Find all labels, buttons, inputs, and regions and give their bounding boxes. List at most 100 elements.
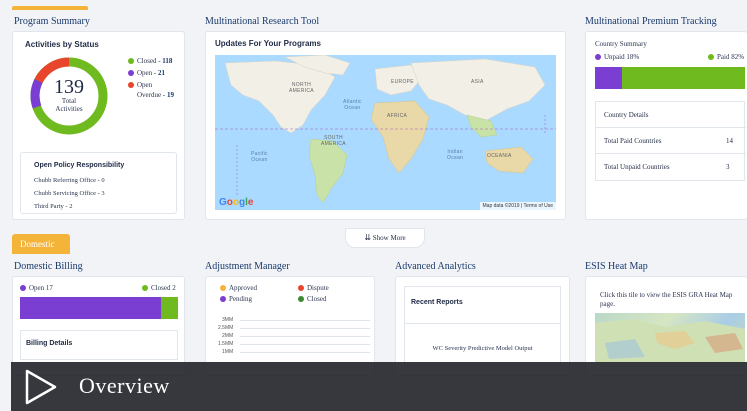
- heat-map-title: ESIS Heat Map: [585, 261, 648, 272]
- open-dot-icon: [128, 70, 134, 77]
- show-more-button[interactable]: ⇊ Show More: [345, 228, 425, 248]
- adj-closed-dot-icon: [298, 296, 304, 303]
- activities-by-status-heading: Activities by Status: [25, 40, 99, 49]
- table-row: Total Unpaid Countries 3: [596, 154, 746, 180]
- google-logo: Google: [219, 197, 254, 208]
- approved-label: Approved: [229, 284, 257, 292]
- grid-line: [240, 352, 370, 353]
- updates-heading: Updates For Your Programs: [215, 39, 321, 48]
- legend-closed-value: 118: [162, 57, 173, 65]
- paid-unpaid-bar[interactable]: [595, 67, 745, 89]
- grid-line: [240, 344, 370, 345]
- paid-dot-icon: [708, 54, 714, 61]
- legend-overdue[interactable]: Open: [128, 81, 152, 89]
- legend-approved: Approved: [220, 284, 257, 292]
- legend-open-label: Open: [137, 69, 153, 77]
- report-item[interactable]: WC Severity Predictive Model Output: [405, 345, 560, 352]
- billing-details-title: Billing Details: [26, 340, 73, 347]
- open-policy-title: Open Policy Responsibility: [34, 162, 125, 169]
- legend-overdue-label-1: Open: [137, 81, 153, 89]
- unpaid-segment: [595, 67, 622, 89]
- premium-tracking-title: Multinational Premium Tracking: [585, 16, 717, 27]
- map-label-atlantic: Atlantic Ocean: [343, 99, 362, 111]
- domestic-billing-title: Domestic Billing: [14, 261, 83, 272]
- advanced-analytics-title: Advanced Analytics: [395, 261, 476, 272]
- show-more-label: Show More: [372, 234, 406, 242]
- row-unpaid-value: 3: [726, 163, 730, 171]
- legend-closed-label: Closed: [137, 57, 157, 65]
- overdue-dot-icon: [128, 82, 134, 89]
- row-unpaid-label: Total Unpaid Countries: [604, 163, 670, 171]
- unpaid-label: Unpaid 18%: [604, 53, 640, 61]
- unpaid-legend: Unpaid 18%: [595, 53, 639, 61]
- country-details-title: Country Details: [604, 111, 649, 119]
- billing-closed-label: Closed 2: [151, 284, 176, 292]
- recent-reports-box[interactable]: Recent Reports WC Severity Predictive Mo…: [404, 286, 561, 366]
- map-label-pacific: Pacific Ocean: [251, 151, 268, 163]
- map-label-asia: ASIA: [471, 79, 484, 85]
- map-label-africa: AFRICA: [387, 113, 408, 119]
- billing-open-legend: Open 17: [20, 284, 53, 292]
- play-icon[interactable]: [23, 368, 59, 406]
- table-row: Total Paid Countries 14: [596, 128, 746, 154]
- map-label-indian: Indian Ocean: [447, 149, 464, 161]
- program-summary-title: Program Summary: [14, 16, 90, 27]
- program-tab-indicator: [12, 6, 88, 10]
- policy-line-servicing: Chubb Servicing Office - 3: [34, 190, 105, 197]
- overlay-title: Overview: [79, 373, 170, 398]
- row-paid-value: 14: [726, 137, 733, 145]
- legend-overdue-value: 19: [166, 91, 174, 99]
- adj-closed-label: Closed: [307, 295, 327, 303]
- recent-reports-title: Recent Reports: [411, 299, 463, 306]
- billing-bar[interactable]: [20, 297, 178, 319]
- billing-open-label: Open 17: [29, 284, 53, 292]
- heat-map-image: [595, 319, 745, 363]
- heat-map-thumbnail[interactable]: [595, 313, 745, 363]
- activities-label: Activities: [55, 105, 83, 113]
- research-tool-title: Multinational Research Tool: [205, 16, 320, 27]
- pending-dot-icon: [220, 296, 226, 303]
- chevron-double-down-icon: ⇊: [364, 233, 372, 242]
- heat-map-description: Click this tile to view the ESIS GRA Hea…: [600, 291, 733, 308]
- world-map[interactable]: NORTH AMERICA EUROPE ASIA AFRICA SOUTH A…: [215, 55, 556, 210]
- total-activities-count: 139: [54, 76, 84, 98]
- legend-closed[interactable]: Closed - 118: [128, 57, 172, 65]
- y-tick-label: 2.5MM: [218, 325, 234, 331]
- divider: [405, 323, 560, 324]
- legend-dispute: Dispute: [298, 284, 329, 292]
- y-tick-label: 1.5MM: [218, 341, 234, 347]
- grid-line: [240, 320, 370, 321]
- map-label-north-america: NORTH AMERICA: [289, 82, 314, 94]
- world-map-land: [215, 55, 556, 204]
- legend-open[interactable]: Open - 21: [128, 69, 165, 77]
- paid-label: Paid 82%: [717, 53, 745, 61]
- country-details-table: Country Details Total Paid Countries 14 …: [595, 101, 746, 181]
- y-tick-label: 3MM: [222, 317, 234, 323]
- closed-dot-icon: [128, 58, 134, 65]
- billing-open-segment: [20, 297, 161, 319]
- country-summary-label: Country Summary: [595, 40, 647, 48]
- unpaid-dot-icon: [595, 54, 601, 61]
- map-label-south-america: SOUTH AMERICA: [321, 135, 346, 147]
- legend-open-value: 21: [158, 69, 166, 77]
- row-paid-label: Total Paid Countries: [604, 137, 662, 145]
- legend-pending: Pending: [220, 295, 252, 303]
- donut-center: 139 Total Activities: [45, 77, 93, 113]
- dispute-dot-icon: [298, 285, 304, 292]
- tab-domestic[interactable]: Domestic: [12, 234, 70, 254]
- y-tick-label: 2MM: [222, 333, 234, 339]
- pending-label: Pending: [229, 295, 252, 303]
- policy-line-third-party: Third Party - 2: [34, 203, 73, 210]
- map-footer[interactable]: Map data ©2019 | Terms of Use: [479, 202, 556, 210]
- grid-line: [240, 336, 370, 337]
- approved-dot-icon: [220, 285, 226, 292]
- billing-closed-legend: Closed 2: [142, 284, 176, 292]
- map-label-europe: EUROPE: [391, 79, 414, 85]
- dispute-label: Dispute: [307, 284, 329, 292]
- y-tick-label: 1MM: [222, 349, 234, 355]
- paid-legend: Paid 82%: [708, 53, 744, 61]
- billing-closed-dot-icon: [142, 285, 148, 292]
- legend-overdue-label-2: Overdue: [137, 91, 162, 99]
- grid-line: [240, 328, 370, 329]
- video-overlay-bar[interactable]: Overview: [11, 362, 747, 411]
